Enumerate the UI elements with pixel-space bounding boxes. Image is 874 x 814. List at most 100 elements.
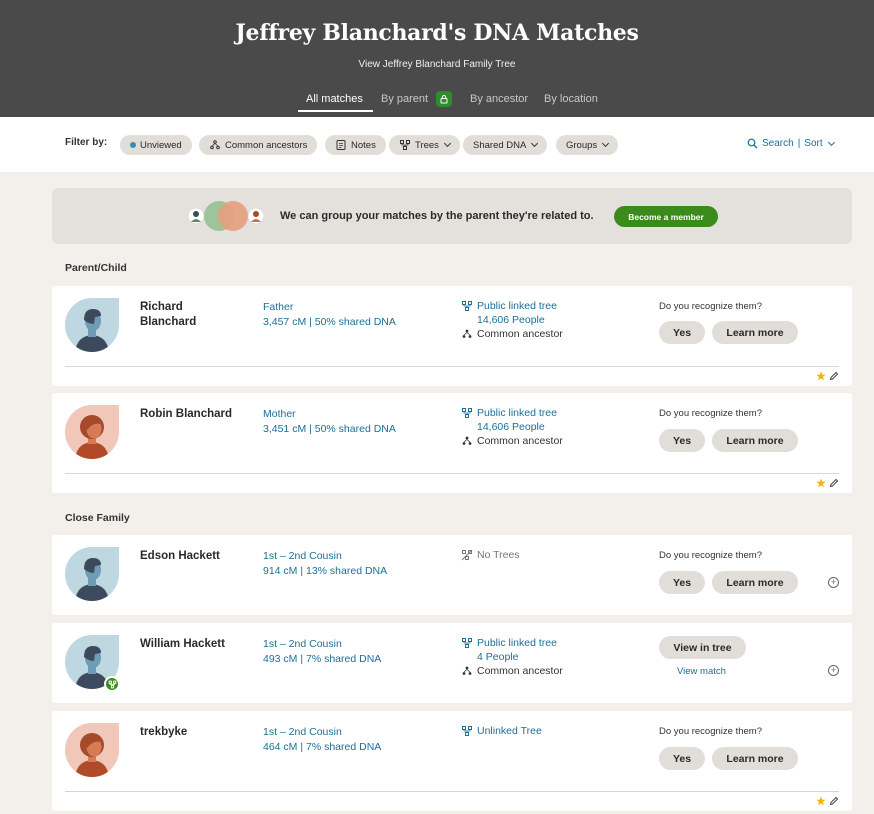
sort-button[interactable]: Sort [804, 138, 822, 149]
match-name[interactable]: Richard Blanchard [140, 300, 240, 330]
tree-link[interactable]: Public linked tree [477, 636, 557, 650]
filter-common-ancestors-label: Common ancestors [225, 139, 308, 151]
tree-people-count[interactable]: 4 People [461, 650, 563, 664]
ancestor-icon [210, 140, 220, 150]
avatar [65, 547, 119, 601]
view-match-link[interactable]: View match [677, 666, 726, 677]
ancestor-icon [462, 666, 472, 675]
filter-unviewed[interactable]: Unviewed [120, 135, 192, 155]
star-icon[interactable] [816, 478, 826, 488]
search-sort-separator: | [797, 138, 801, 149]
tree-icon [462, 638, 472, 648]
shared-dna: 3,457 cM | 50% shared DNA [263, 316, 396, 328]
yes-button[interactable]: Yes [659, 321, 705, 344]
match-name[interactable]: William Hackett [140, 637, 250, 652]
star-icon[interactable] [816, 796, 826, 806]
pencil-icon[interactable] [829, 371, 839, 381]
common-ancestor-label[interactable]: Common ancestor [477, 327, 563, 341]
tree-icon [400, 140, 410, 150]
filter-notes[interactable]: Notes [325, 135, 386, 155]
tree-info: Unlinked Tree [461, 724, 542, 738]
yes-button[interactable]: Yes [659, 429, 705, 452]
search-sort: Search | Sort [747, 138, 835, 149]
avatar [65, 723, 119, 777]
unviewed-dot-icon [130, 142, 136, 148]
tree-icon [462, 726, 472, 736]
filter-shared-dna[interactable]: Shared DNA [463, 135, 548, 155]
match-card[interactable]: Robin Blanchard Mother 3,451 cM | 50% sh… [52, 393, 852, 493]
filter-label: Filter by: [65, 137, 108, 148]
plus-circle-icon[interactable]: + [828, 665, 839, 676]
pencil-icon[interactable] [829, 796, 839, 806]
tree-people-count[interactable]: 14,606 People [461, 420, 563, 434]
avatar [65, 405, 119, 459]
filter-trees-label: Trees [415, 139, 439, 151]
chevron-down-icon [443, 139, 451, 148]
section-title-parent-child: Parent/Child [65, 262, 127, 274]
become-member-button[interactable]: Become a member [614, 206, 718, 227]
chevron-down-icon [602, 139, 610, 148]
tab-by-parent[interactable]: By parent [381, 93, 428, 105]
search-icon [747, 138, 758, 149]
yes-button[interactable]: Yes [659, 747, 705, 770]
tree-info: Public linked tree 14,606 People Common … [461, 299, 563, 341]
tree-info: Public linked tree 4 People Common ances… [461, 636, 563, 678]
filter-notes-label: Notes [351, 139, 376, 151]
learn-more-button[interactable]: Learn more [712, 747, 798, 770]
match-name[interactable]: trekbyke [140, 725, 240, 740]
shared-dna: 493 cM | 7% shared DNA [263, 653, 382, 665]
tab-by-ancestor[interactable]: By ancestor [470, 93, 528, 105]
common-ancestor-label[interactable]: Common ancestor [477, 664, 563, 678]
notes-icon [336, 140, 346, 150]
member-banner: We can group your matches by the parent … [52, 188, 852, 244]
tree-link[interactable]: Public linked tree [477, 406, 557, 420]
view-in-tree-button[interactable]: View in tree [659, 636, 746, 659]
tree-badge-icon [104, 676, 120, 692]
relationship-label: Father [263, 301, 294, 313]
learn-more-button[interactable]: Learn more [712, 429, 798, 452]
card-actions [816, 371, 839, 381]
filter-groups[interactable]: Groups [556, 135, 619, 155]
match-name[interactable]: Edson Hackett [140, 549, 250, 564]
relationship[interactable]: Father 3,457 cM | 50% shared DNA [263, 300, 396, 330]
common-ancestor-label[interactable]: Common ancestor [477, 434, 563, 448]
tab-bar: All matches By parent By ancestor By loc… [0, 91, 874, 112]
unlinked-tree-label[interactable]: Unlinked Tree [477, 724, 542, 738]
view-family-tree-link[interactable]: View Jeffrey Blanchard Family Tree [0, 59, 874, 70]
plus-circle-icon[interactable]: + [828, 577, 839, 588]
chevron-down-icon [531, 139, 539, 148]
recognize-prompt: Do you recognize them? [659, 408, 762, 419]
filter-shared-dna-label: Shared DNA [473, 139, 527, 151]
relationship[interactable]: 1st – 2nd Cousin 493 cM | 7% shared DNA [263, 637, 381, 667]
relationship[interactable]: 1st – 2nd Cousin 464 cM | 7% shared DNA [263, 725, 381, 755]
learn-more-button[interactable]: Learn more [712, 321, 798, 344]
no-tree-icon [461, 549, 473, 561]
tree-people-count[interactable]: 14,606 People [461, 313, 563, 327]
match-card[interactable]: trekbyke 1st – 2nd Cousin 464 cM | 7% sh… [52, 711, 852, 811]
pencil-icon[interactable] [829, 478, 839, 488]
shared-dna: 464 cM | 7% shared DNA [263, 741, 382, 753]
no-trees-label: No Trees [477, 549, 520, 561]
match-card[interactable]: Edson Hackett 1st – 2nd Cousin 914 cM | … [52, 535, 852, 615]
avatar [65, 298, 119, 352]
filter-trees[interactable]: Trees [389, 135, 460, 155]
tab-all-matches[interactable]: All matches [306, 93, 363, 105]
filter-unviewed-label: Unviewed [140, 139, 182, 151]
filter-common-ancestors[interactable]: Common ancestors [199, 135, 318, 155]
match-card[interactable]: Richard Blanchard Father 3,457 cM | 50% … [52, 286, 852, 386]
relationship[interactable]: 1st – 2nd Cousin 914 cM | 13% shared DNA [263, 549, 387, 579]
tree-info: Public linked tree 14,606 People Common … [461, 406, 563, 448]
yes-button[interactable]: Yes [659, 571, 705, 594]
chevron-down-icon [827, 138, 835, 146]
tree-info: No Trees [461, 548, 520, 562]
tab-by-location[interactable]: By location [544, 93, 598, 105]
match-name[interactable]: Robin Blanchard [140, 407, 250, 422]
match-card[interactable]: William Hackett 1st – 2nd Cousin 493 cM … [52, 623, 852, 703]
relationship[interactable]: Mother 3,451 cM | 50% shared DNA [263, 407, 396, 437]
tree-link[interactable]: Public linked tree [477, 299, 557, 313]
recognize-prompt: Do you recognize them? [659, 550, 762, 561]
search-button[interactable]: Search [762, 138, 794, 149]
star-icon[interactable] [816, 371, 826, 381]
learn-more-button[interactable]: Learn more [712, 571, 798, 594]
relationship-label: Mother [263, 408, 296, 420]
